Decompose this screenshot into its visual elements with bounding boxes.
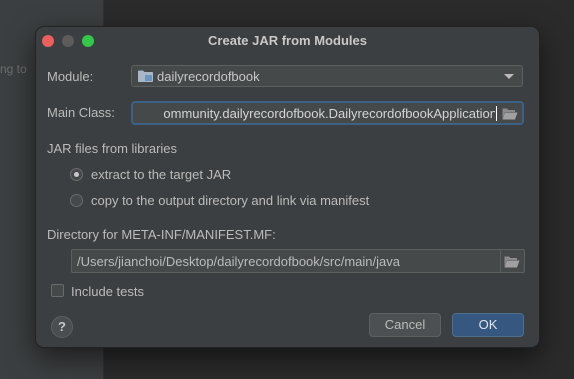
create-jar-dialog: Create JAR from Modules Module: dailyrec… (35, 26, 540, 348)
background-text: ng to (0, 62, 27, 76)
title-bar: Create JAR from Modules (36, 27, 539, 54)
help-button[interactable]: ? (51, 316, 73, 338)
dialog-title: Create JAR from Modules (208, 33, 367, 48)
radio-copy-label[interactable]: copy to the output directory and link vi… (91, 193, 369, 208)
open-folder-icon[interactable] (504, 255, 520, 268)
main-class-field[interactable]: ommunity.dailyrecordofbook.Dailyrecordof… (131, 101, 524, 125)
radio-extract[interactable] (70, 168, 83, 181)
ok-button[interactable]: OK (452, 313, 524, 337)
module-label: Module: (47, 69, 94, 84)
cancel-button[interactable]: Cancel (369, 313, 441, 337)
manifest-dir-label: Directory for META-INF/MANIFEST.MF: (47, 227, 276, 242)
module-value: dailyrecordofbook (157, 69, 260, 84)
radio-extract-label[interactable]: extract to the target JAR (91, 167, 231, 182)
field-divider (500, 250, 501, 272)
radio-copy[interactable] (70, 194, 83, 207)
main-class-label: Main Class: (47, 105, 115, 120)
jar-section-label: JAR files from libraries (47, 141, 178, 156)
open-folder-icon[interactable] (502, 107, 518, 120)
include-tests-checkbox[interactable] (51, 284, 64, 297)
main-class-value: ommunity.dailyrecordofbook.Dailyrecordof… (163, 106, 495, 121)
manifest-dir-field[interactable]: /Users/jianchoi/Desktop/dailyrecordofboo… (71, 249, 525, 273)
text-caret (496, 106, 497, 121)
include-tests-label[interactable]: Include tests (71, 284, 144, 299)
chevron-down-icon[interactable] (504, 74, 514, 79)
manifest-dir-value: /Users/jianchoi/Desktop/dailyrecordofboo… (77, 254, 400, 269)
radio-selected-dot (74, 172, 79, 177)
folder-icon (138, 70, 153, 82)
module-select[interactable]: dailyrecordofbook (131, 65, 523, 87)
